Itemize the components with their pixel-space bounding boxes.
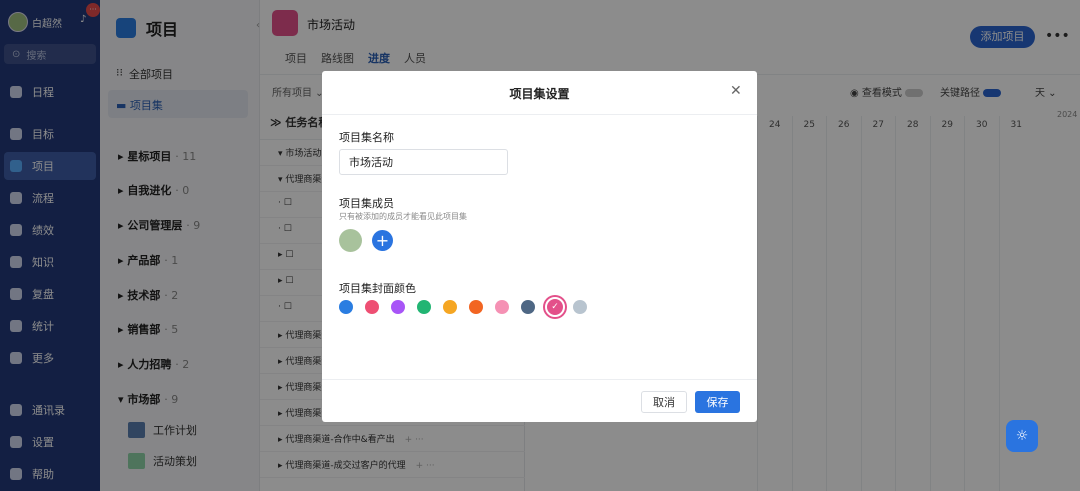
color-swatch[interactable] bbox=[391, 300, 405, 314]
cover-color-label: 项目集封面颜色 bbox=[339, 282, 416, 295]
lightbulb-icon: ☼ bbox=[1015, 428, 1029, 444]
color-swatch[interactable] bbox=[365, 300, 379, 314]
color-swatch[interactable] bbox=[339, 300, 353, 314]
divider bbox=[322, 379, 757, 380]
close-icon[interactable]: ✕ bbox=[730, 83, 742, 99]
cancel-button[interactable]: 取消 bbox=[641, 391, 687, 413]
project-set-settings-dialog: 项目集设置 ✕ 项目集名称 项目集成员 只有被添加的成员才能看见此项目集 + 项… bbox=[322, 71, 757, 422]
members-label: 项目集成员 bbox=[339, 197, 394, 210]
project-set-name-field[interactable] bbox=[339, 149, 508, 175]
color-swatch[interactable] bbox=[573, 300, 587, 314]
color-swatch[interactable]: ✓ bbox=[545, 297, 565, 317]
members-hint: 只有被添加的成员才能看见此项目集 bbox=[339, 212, 467, 221]
color-swatch[interactable] bbox=[495, 300, 509, 314]
member-avatar[interactable] bbox=[339, 229, 362, 252]
add-member-button[interactable]: + bbox=[372, 230, 393, 251]
dialog-title: 项目集设置 bbox=[509, 87, 570, 101]
color-swatch[interactable] bbox=[521, 300, 535, 314]
name-label: 项目集名称 bbox=[339, 131, 394, 144]
color-swatch[interactable] bbox=[469, 300, 483, 314]
help-float-button[interactable]: ☼ bbox=[1006, 420, 1038, 452]
color-swatch[interactable] bbox=[417, 300, 431, 314]
divider bbox=[322, 114, 757, 115]
save-button[interactable]: 保存 bbox=[695, 391, 740, 413]
color-swatch[interactable] bbox=[443, 300, 457, 314]
